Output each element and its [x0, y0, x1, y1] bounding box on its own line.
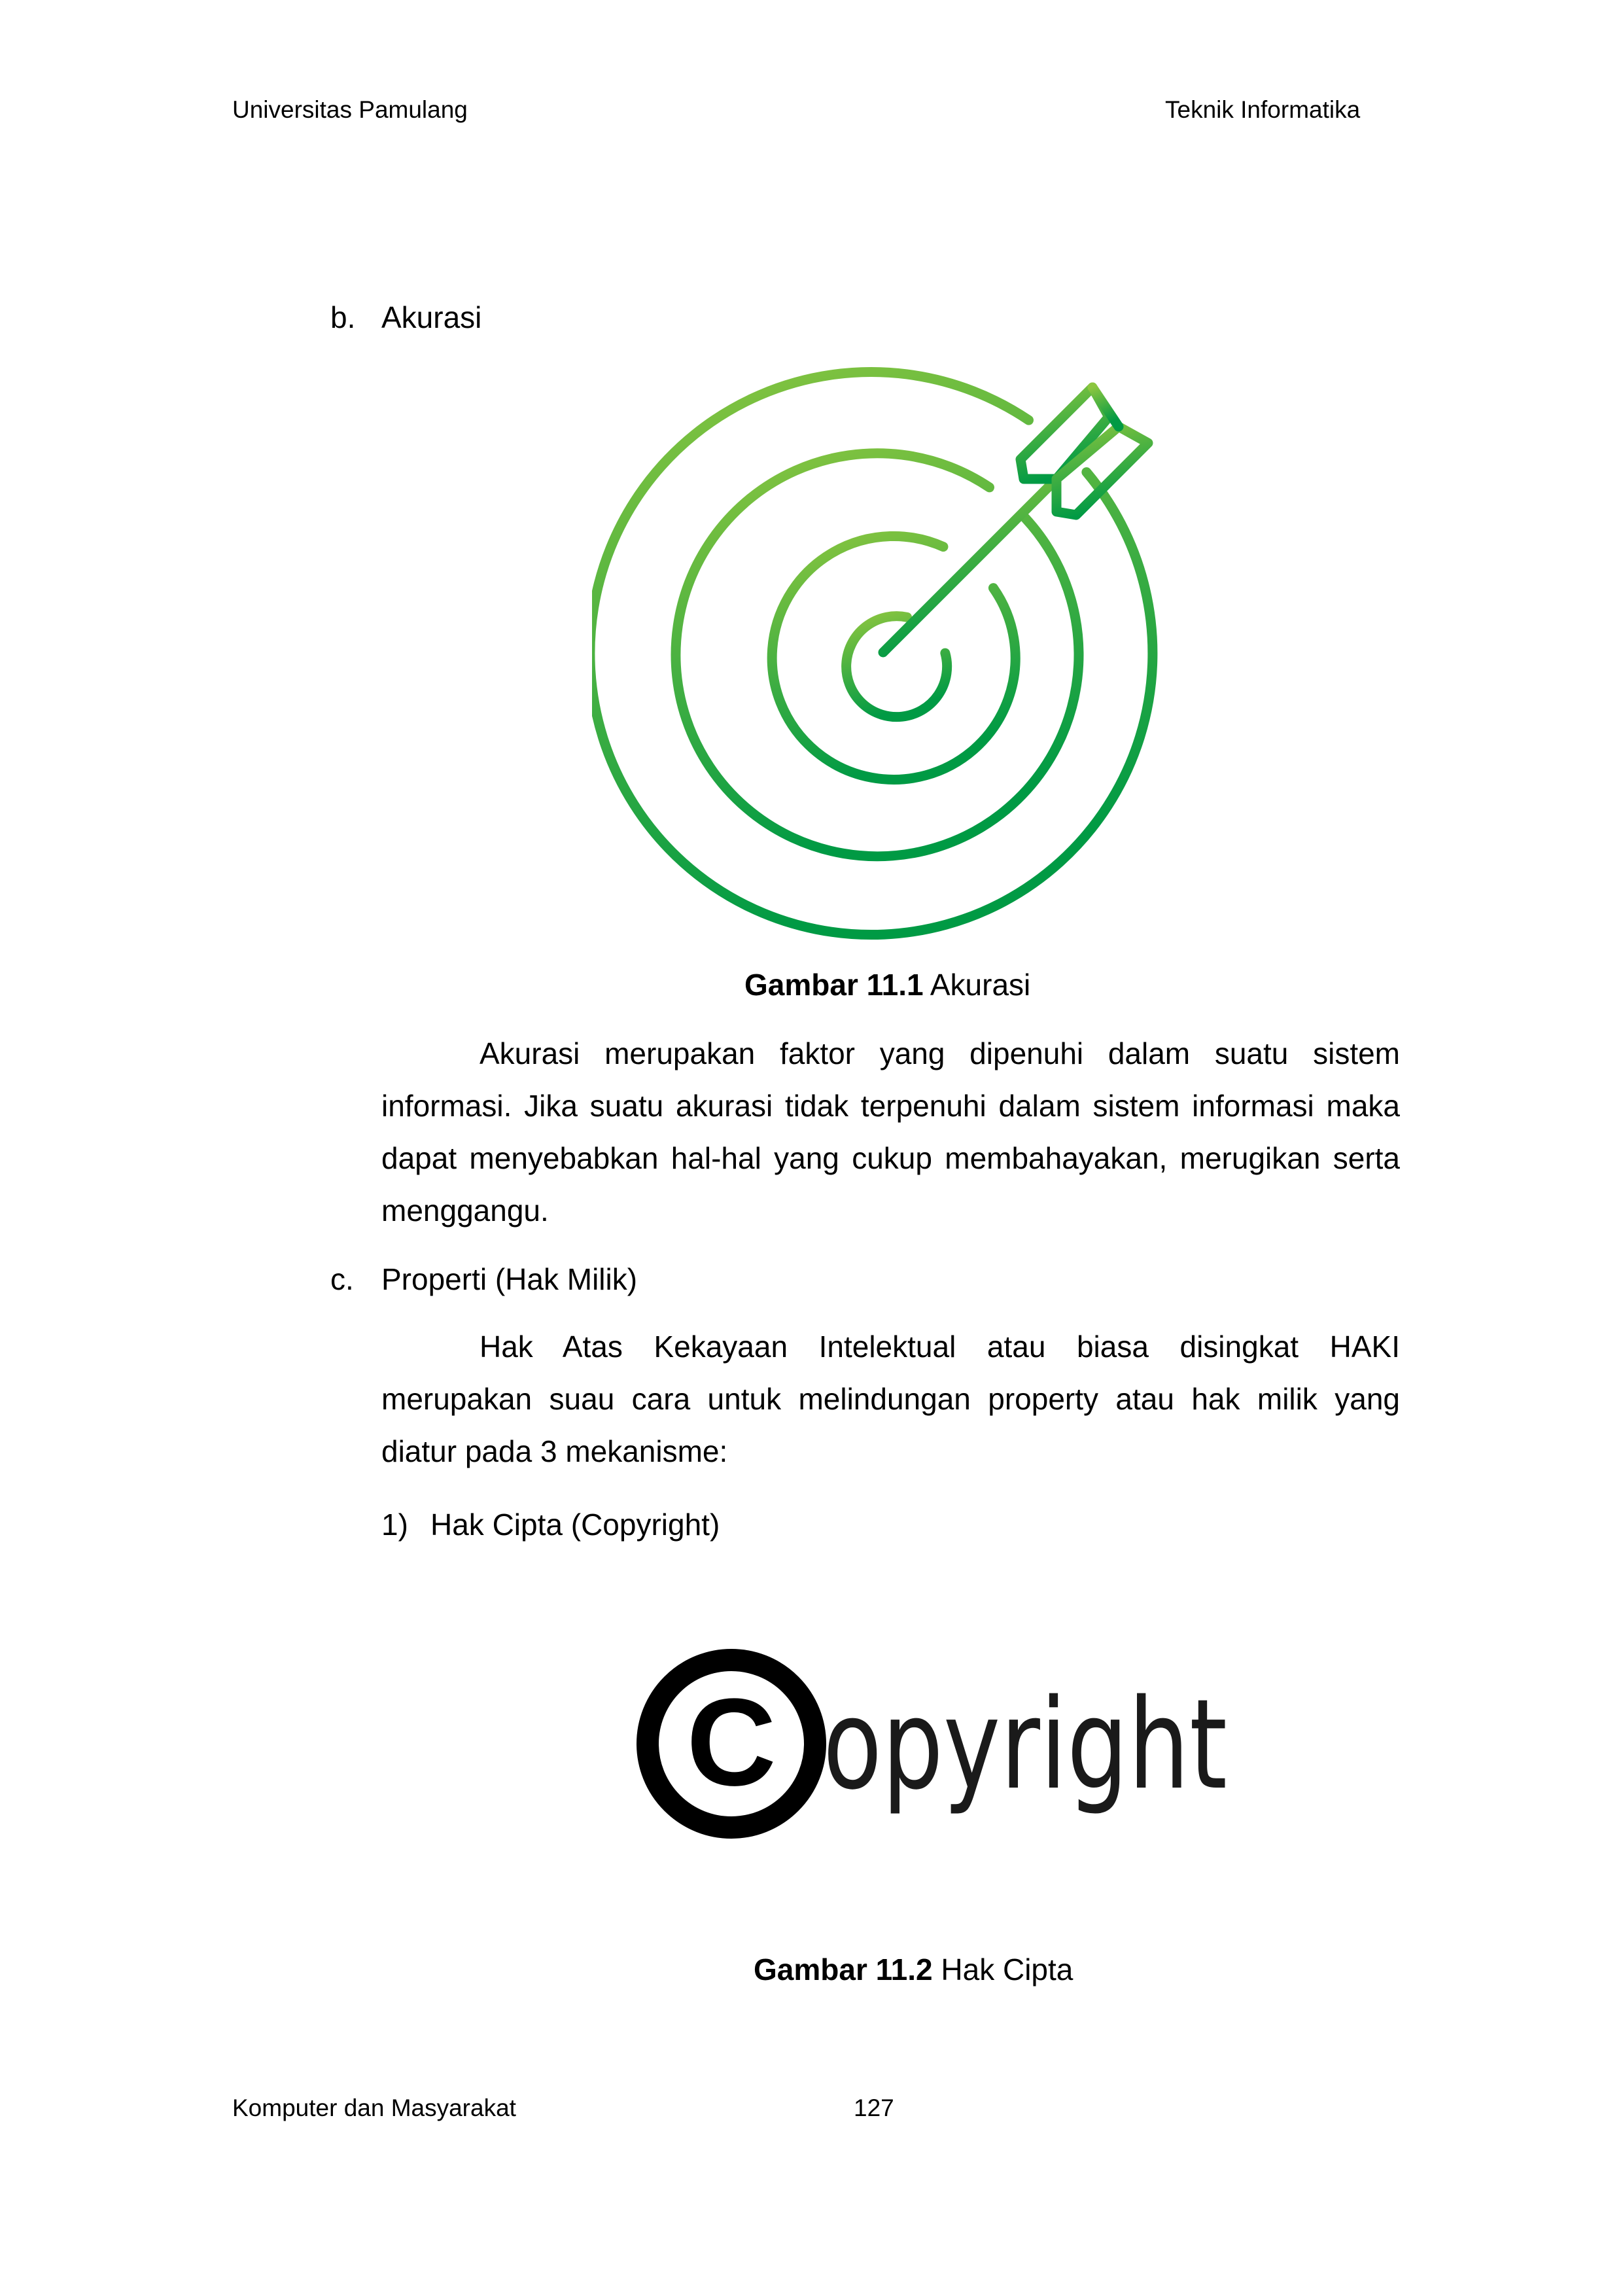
paragraph-2-line-2: merupakan suau cara untuk melindungan pr… — [381, 1382, 1400, 1416]
paragraph-1-line-1: Akurasi merupakan faktor yang dipenuhi d… — [480, 1036, 1400, 1070]
paragraph-1-line-3: dapat menyebabkan hal-hal yang cukup mem… — [381, 1141, 1400, 1175]
arrow-fletching-lower — [1051, 421, 1153, 520]
target-ring-3 — [767, 531, 1021, 785]
list-item-1-text: Hak Cipta (Copyright) — [430, 1508, 720, 1542]
footer-left: Komputer dan Masyarakat — [232, 2094, 516, 2121]
copyright-logo-text: opyright — [823, 1672, 1227, 1817]
figure-1-label: Gambar 11.1 — [744, 968, 924, 1002]
page-number: 127 — [854, 2094, 894, 2121]
paragraph-1-line-4: menggangu. — [381, 1193, 549, 1227]
list-item-1-marker: 1) — [381, 1508, 408, 1542]
paragraph-properti: Hak Atas Kekayaan Intelektual atau biasa… — [381, 1320, 1400, 1477]
figure-1-caption: Gambar 11.1 Akurasi — [744, 967, 1030, 1002]
section-b-title: Akurasi — [381, 300, 482, 334]
arrow-fletching-upper — [1015, 382, 1114, 484]
section-c-title: Properti (Hak Milik) — [381, 1262, 638, 1296]
paragraph-2-line-3: diatur pada 3 mekanisme: — [381, 1434, 728, 1468]
arrow-shaft — [878, 474, 1062, 658]
section-b-marker: b. — [330, 300, 356, 334]
paragraph-1-line-2: informasi. Jika suatu akurasi tidak terp… — [381, 1089, 1400, 1123]
figure-2-caption: Gambar 11.2 Hak Cipta — [754, 1952, 1073, 1987]
figure-1-title: Akurasi — [930, 968, 1031, 1002]
section-c-marker: c. — [330, 1262, 354, 1296]
figure-2-title: Hak Cipta — [941, 1952, 1073, 1987]
copyright-logo-icon: C opyright — [637, 1649, 1227, 1839]
paragraph-2-line-1: Hak Atas Kekayaan Intelektual atau biasa… — [480, 1330, 1400, 1364]
copyright-c-letter: C — [686, 1673, 776, 1812]
figure-2-label: Gambar 11.2 — [754, 1952, 933, 1987]
target-arrow-icon — [592, 367, 1158, 940]
header-left: Universitas Pamulang — [232, 96, 468, 123]
header-right: Teknik Informatika — [1165, 96, 1361, 123]
target-ring-inner — [841, 611, 952, 722]
paragraph-akurasi: Akurasi merupakan faktor yang dipenuhi d… — [381, 1027, 1400, 1237]
